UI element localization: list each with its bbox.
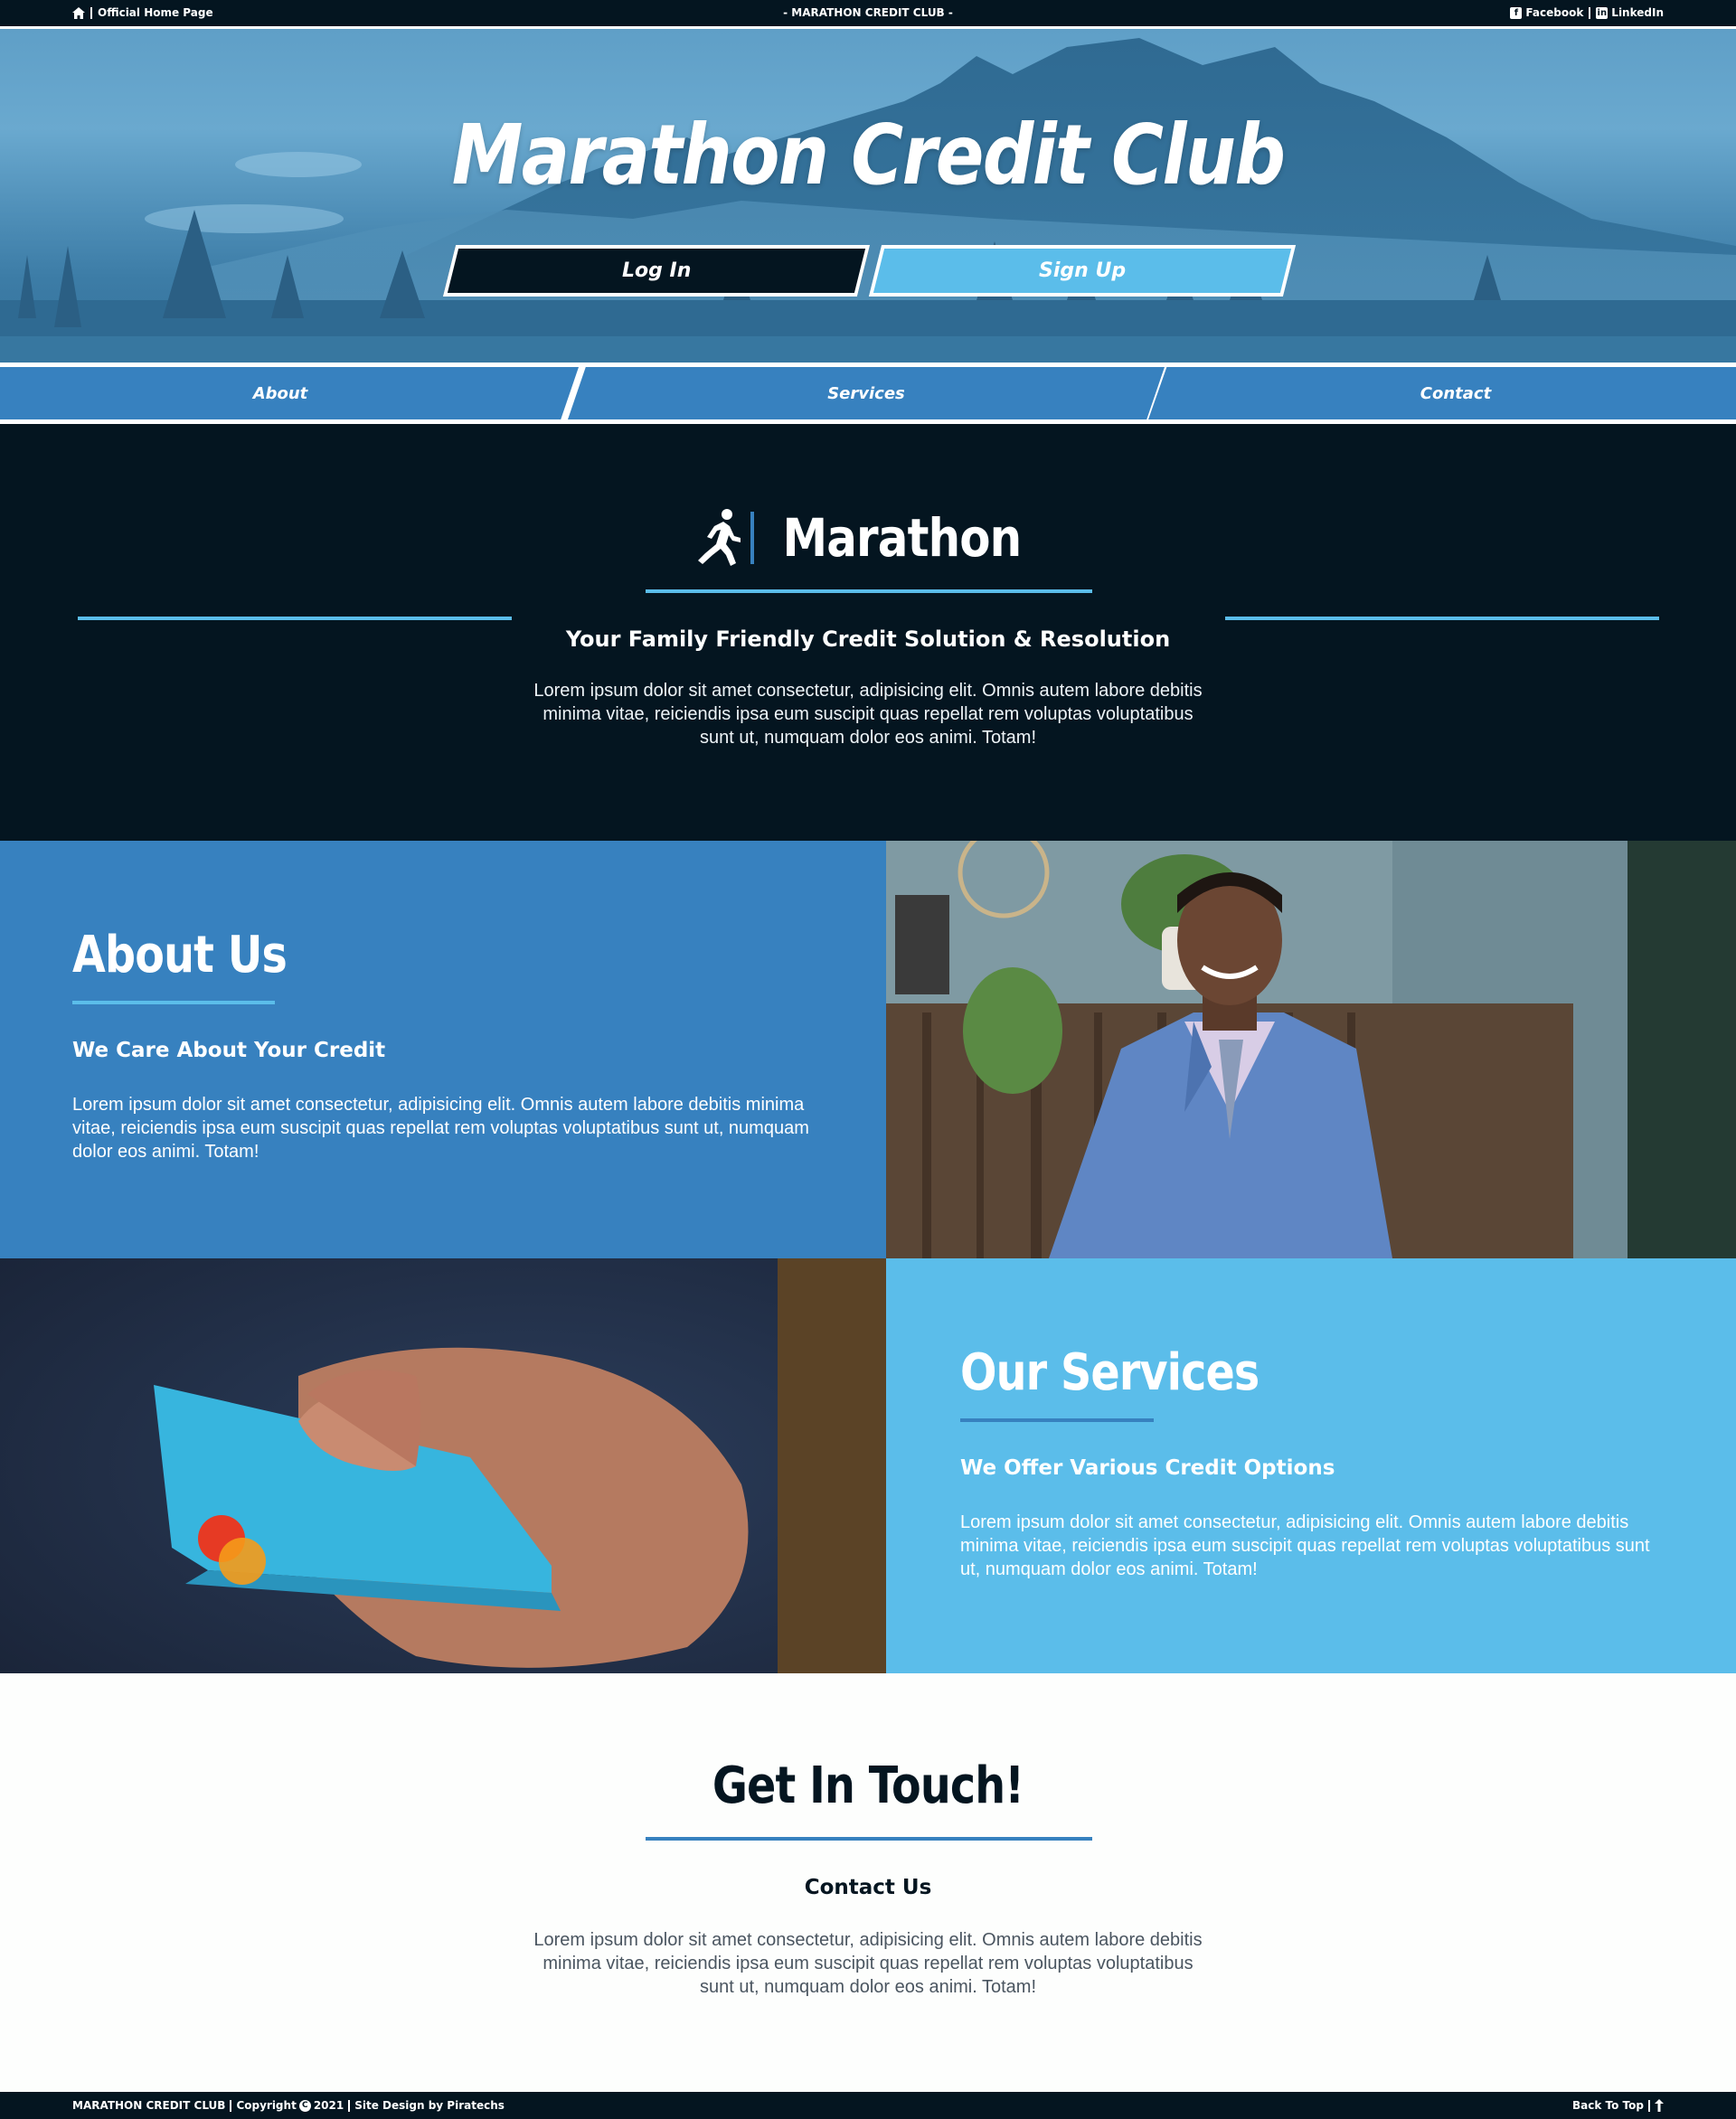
services-subtitle: We Offer Various Credit Options (960, 1456, 1335, 1480)
divider (230, 2099, 232, 2112)
site-title: Marathon Credit Club (451, 107, 1286, 203)
divider (1589, 6, 1591, 19)
design-credit: Site Design by Piratechs (354, 2099, 505, 2112)
login-button-label: Log In (621, 259, 692, 282)
about-subtitle: We Care About Your Credit (72, 1039, 386, 1062)
intro-section: Marathon Your Family Friendly Credit Sol… (0, 424, 1736, 841)
intro-subtitle: Your Family Friendly Credit Solution & R… (565, 626, 1171, 652)
about-title: About Us (72, 926, 288, 984)
contact-title: Get In Touch! (712, 1756, 1024, 1815)
brand-name: Marathon (782, 507, 1022, 569)
main-nav: About Services Contact (0, 363, 1736, 424)
left-rule (78, 617, 512, 620)
signup-button-label: Sign Up (1038, 259, 1127, 282)
top-bar: Official Home Page - MARATHON CREDIT CLU… (0, 0, 1736, 26)
linkedin-icon[interactable]: in (1596, 6, 1609, 19)
contact-subtitle: Contact Us (804, 1876, 932, 1899)
nav-item-services[interactable]: Services (568, 367, 1165, 419)
nav-item-contact[interactable]: Contact (1148, 367, 1736, 419)
back-to-top-label: Back To Top (1572, 2099, 1644, 2112)
divider (348, 2099, 351, 2112)
contact-text: Lorem ipsum dolor sit amet consectetur, … (533, 1930, 1203, 1997)
site-tagline: - MARATHON CREDIT CLUB - (783, 6, 953, 19)
login-button[interactable]: Log In (442, 245, 871, 297)
services-section: Our Services We Offer Various Credit Opt… (886, 1258, 1736, 1673)
facebook-icon[interactable]: f (1510, 6, 1523, 19)
brand-divider (750, 512, 754, 564)
about-text: Lorem ipsum dolor sit amet consectetur, … (72, 1095, 809, 1162)
arrow-up-icon (1655, 2099, 1664, 2112)
title-underline (646, 589, 1092, 593)
back-to-top-link[interactable]: Back To Top (1572, 2099, 1664, 2112)
social-links: f Facebook in LinkedIn (1510, 6, 1664, 19)
runner-icon (697, 509, 741, 566)
intro-text: Lorem ipsum dolor sit amet consectetur, … (533, 681, 1203, 748)
signup-button[interactable]: Sign Up (868, 245, 1297, 297)
footer: MARATHON CREDIT CLUB Copyright C 2021 Si… (0, 2092, 1736, 2119)
footer-credits: MARATHON CREDIT CLUB Copyright C 2021 Si… (72, 2099, 505, 2112)
about-underline (72, 1001, 275, 1004)
credit-card-photo (0, 1258, 886, 1673)
right-rule (1225, 617, 1659, 620)
services-underline (960, 1418, 1154, 1422)
nav-item-about[interactable]: About (0, 367, 579, 419)
divider (1648, 2099, 1650, 2112)
contact-section: Get In Touch! Contact Us Lorem ipsum dol… (0, 1673, 1736, 2092)
footer-brand: MARATHON CREDIT CLUB (72, 2099, 226, 2112)
hero-banner: Marathon Credit Club Log In Sign Up (0, 26, 1736, 363)
facebook-link[interactable]: Facebook (1525, 6, 1583, 19)
copyright-icon: C (298, 2099, 311, 2112)
contact-underline (646, 1837, 1092, 1841)
businessman-photo (886, 841, 1736, 1258)
copyright-year: 2021 (313, 2099, 344, 2112)
about-section: About Us We Care About Your Credit Lorem… (0, 841, 886, 1258)
linkedin-link[interactable]: LinkedIn (1611, 6, 1664, 19)
services-title: Our Services (960, 1343, 1260, 1402)
brand-logo: Marathon (0, 507, 1736, 569)
copyright-label: Copyright (236, 2099, 297, 2112)
services-text: Lorem ipsum dolor sit amet consectetur, … (960, 1512, 1650, 1579)
